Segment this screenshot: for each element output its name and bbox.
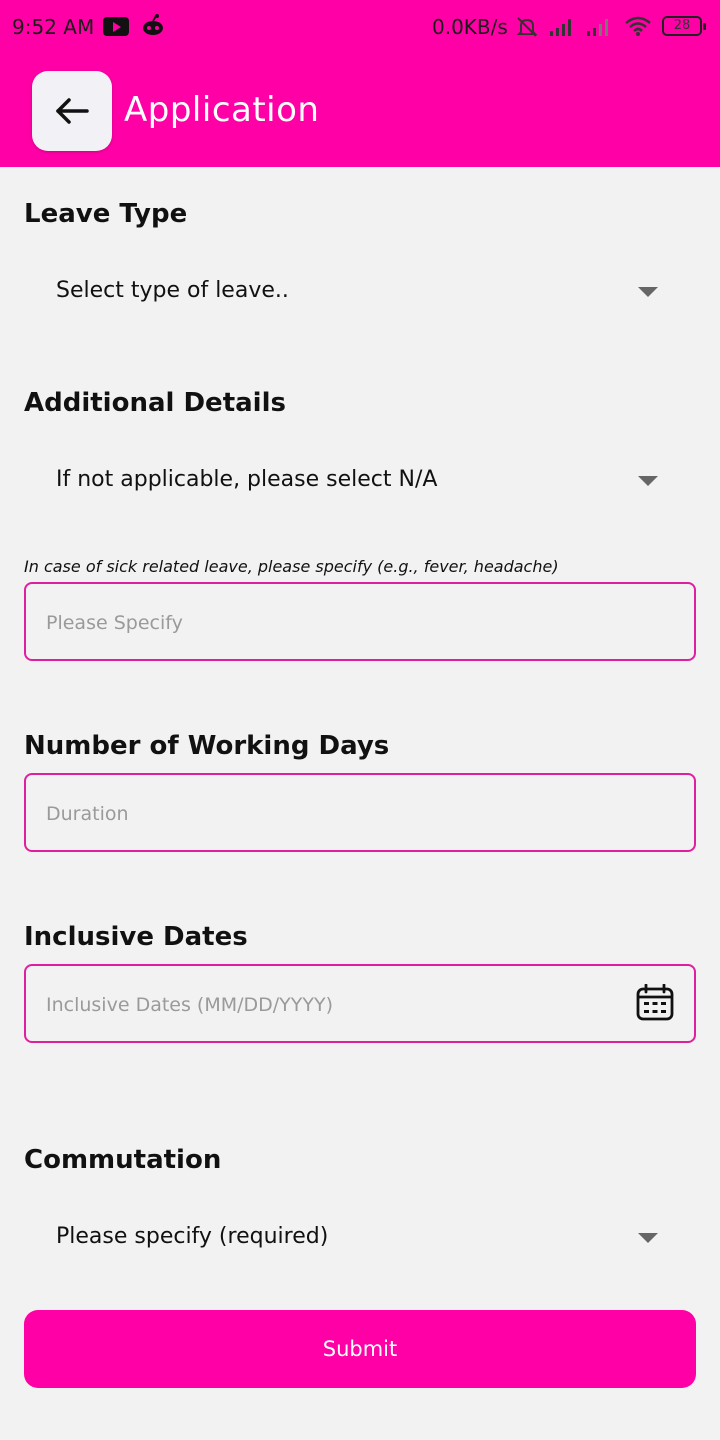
working-days-label: Number of Working Days — [24, 731, 390, 761]
commutation-selected: Please specify (required) — [56, 1224, 329, 1249]
additional-details-selected: If not applicable, please select N/A — [56, 467, 438, 492]
submit-button[interactable]: Submit — [24, 1310, 696, 1388]
specify-input[interactable] — [44, 584, 628, 661]
additional-details-label: Additional Details — [24, 388, 286, 418]
specify-field[interactable] — [24, 582, 696, 661]
signal-icon — [550, 19, 571, 36]
inclusive-dates-field[interactable] — [24, 964, 696, 1043]
youtube-icon — [103, 17, 129, 36]
inclusive-dates-input[interactable] — [44, 966, 628, 1043]
chevron-down-icon — [638, 476, 658, 486]
leave-type-selected: Select type of leave.. — [56, 278, 289, 303]
leave-type-label: Leave Type — [24, 199, 188, 229]
inclusive-dates-label: Inclusive Dates — [24, 922, 248, 952]
commutation-label: Commutation — [24, 1145, 222, 1175]
chevron-down-icon — [638, 287, 658, 297]
sick-leave-hint: In case of sick related leave, please sp… — [24, 557, 559, 576]
duration-input[interactable] — [44, 775, 628, 852]
status-bar: 9:52 AM 0.0KB/s 28 — [0, 0, 720, 56]
signal-icon — [587, 19, 608, 36]
battery-icon: 28 — [662, 16, 706, 36]
leave-type-dropdown[interactable]: Select type of leave.. — [24, 262, 696, 322]
arrow-left-icon — [56, 98, 89, 124]
calendar-icon[interactable] — [636, 984, 674, 1022]
chevron-down-icon — [638, 1233, 658, 1243]
network-speed: 0.0KB/s — [432, 15, 508, 39]
app-header: 9:52 AM 0.0KB/s 28 Application — [0, 0, 720, 167]
mute-icon — [516, 17, 538, 37]
bot-icon — [143, 14, 163, 35]
commutation-dropdown[interactable]: Please specify (required) — [24, 1208, 696, 1268]
additional-details-dropdown[interactable]: If not applicable, please select N/A — [24, 451, 696, 511]
wifi-icon — [625, 16, 651, 36]
duration-field[interactable] — [24, 773, 696, 852]
back-button[interactable] — [32, 71, 112, 151]
page-title: Application — [124, 90, 320, 130]
status-time: 9:52 AM — [12, 15, 95, 39]
